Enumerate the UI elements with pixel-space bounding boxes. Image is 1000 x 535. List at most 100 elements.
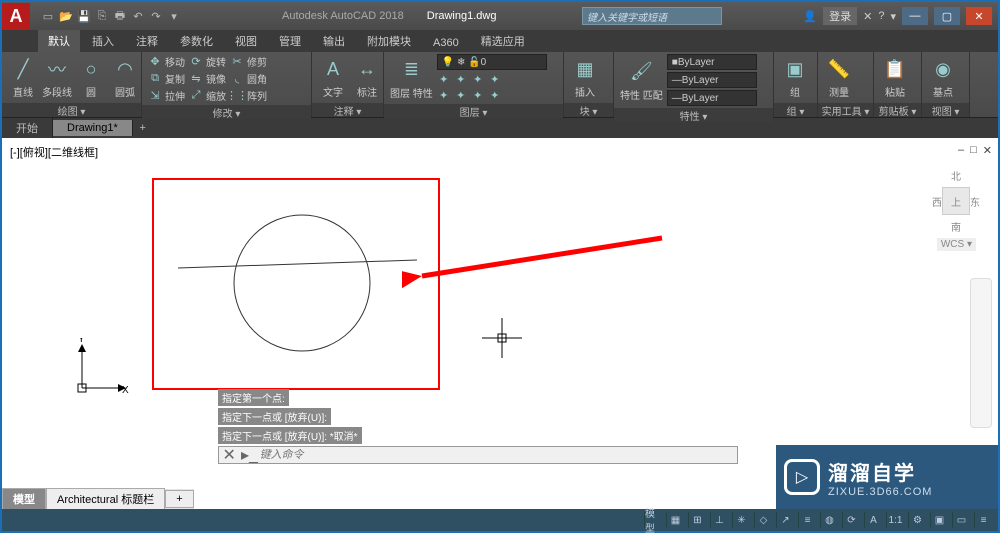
panel-annotation-title[interactable]: 注释 ▾	[312, 103, 383, 117]
status-cycle-icon[interactable]: ⟳	[842, 512, 860, 528]
stretch-button[interactable]: ⇲拉伸	[148, 88, 185, 103]
command-input[interactable]	[260, 449, 737, 461]
status-ortho-icon[interactable]: ⊥	[710, 512, 728, 528]
paste-button[interactable]: 📋粘贴	[880, 56, 910, 99]
ribbon-tab-annotate[interactable]: 注释	[126, 30, 168, 52]
move-button[interactable]: ✥移动	[148, 54, 185, 69]
help-icon[interactable]: ?	[878, 10, 884, 22]
navigation-bar[interactable]	[970, 278, 992, 428]
qat-redo-icon[interactable]: ↷	[148, 8, 164, 24]
layer-icon-2[interactable]: ✦	[454, 72, 468, 86]
layer-icon-8[interactable]: ✦	[488, 88, 502, 102]
status-transparency-icon[interactable]: ◍	[820, 512, 838, 528]
status-otrack-icon[interactable]: ↗	[776, 512, 794, 528]
scale-button[interactable]: ⤢缩放	[189, 88, 226, 103]
exchange-icon[interactable]: ✕	[863, 10, 872, 23]
window-minimize-button[interactable]: —	[902, 7, 928, 25]
panel-clipboard-title[interactable]: 剪贴板 ▾	[874, 103, 921, 117]
layer-icon-3[interactable]: ✦	[471, 72, 485, 86]
ribbon-tab-addins[interactable]: 附加模块	[357, 30, 421, 52]
text-button[interactable]: A文字	[318, 56, 348, 99]
viewcube[interactable]: 北 西 上 东 南	[932, 168, 980, 234]
panel-modify-title[interactable]: 修改 ▾	[142, 105, 311, 119]
status-clean-icon[interactable]: ▭	[952, 512, 970, 528]
linetype-dropdown[interactable]: — ByLayer	[667, 90, 757, 106]
status-grid-icon[interactable]: ▦	[666, 512, 684, 528]
group-button[interactable]: ▣组	[780, 56, 810, 99]
cmd-close-icon[interactable]: ✕	[219, 445, 239, 465]
polyline-button[interactable]: 〰多段线	[42, 56, 72, 99]
layer-icon-7[interactable]: ✦	[471, 88, 485, 102]
qat-plot-icon[interactable]: 🖶	[112, 8, 128, 24]
rotate-button[interactable]: ⟳旋转	[189, 54, 226, 69]
qat-saveas-icon[interactable]: ⎘	[94, 8, 110, 24]
insert-block-button[interactable]: ▦插入	[570, 56, 600, 99]
status-snap-icon[interactable]: ⊞	[688, 512, 706, 528]
dim-button[interactable]: ↔标注	[352, 56, 382, 99]
panel-draw-title[interactable]: 绘图 ▾	[2, 103, 141, 117]
fillet-button[interactable]: ◟圆角	[230, 71, 267, 86]
qat-open-icon[interactable]: 📂	[58, 8, 74, 24]
layer-icon-4[interactable]: ✦	[488, 72, 502, 86]
app-icon[interactable]: A	[2, 3, 30, 29]
doc-tab-drawing1[interactable]: Drawing1*	[53, 120, 133, 136]
signin-icon[interactable]: 👤	[803, 10, 817, 23]
panel-groups-title[interactable]: 组 ▾	[774, 103, 817, 117]
ribbon-tab-output[interactable]: 输出	[313, 30, 355, 52]
ribbon-tab-manage[interactable]: 管理	[269, 30, 311, 52]
panel-layers-title[interactable]: 图层 ▾	[384, 104, 563, 118]
line-button[interactable]: ╱直线	[8, 56, 38, 99]
measure-button[interactable]: 📏测量	[824, 56, 854, 99]
layer-dropdown[interactable]: 💡 ❄ 🔓 0	[437, 54, 547, 70]
vp-restore-icon[interactable]: □	[970, 144, 977, 157]
layout-model[interactable]: 模型	[2, 488, 46, 510]
qat-new-icon[interactable]: ▭	[40, 8, 56, 24]
color-dropdown[interactable]: ■ ByLayer	[667, 54, 757, 70]
panel-block-title[interactable]: 块 ▾	[564, 103, 613, 117]
arc-button[interactable]: ◠圆弧	[110, 56, 140, 99]
window-maximize-button[interactable]: ▢	[934, 7, 960, 25]
status-iso-icon[interactable]: ▣	[930, 512, 948, 528]
mirror-button[interactable]: ⇋镜像	[189, 71, 226, 86]
panel-properties-title[interactable]: 特性 ▾	[614, 108, 773, 122]
status-gear-icon[interactable]: ⚙	[908, 512, 926, 528]
qat-save-icon[interactable]: 💾	[76, 8, 92, 24]
ribbon-tab-parametric[interactable]: 参数化	[170, 30, 223, 52]
panel-view-title[interactable]: 视图 ▾	[922, 103, 969, 117]
status-custom-icon[interactable]: ≡	[974, 512, 992, 528]
matchprop-button[interactable]: 🖌特性 匹配	[620, 59, 663, 102]
ribbon-tab-featured[interactable]: 精选应用	[471, 30, 535, 52]
doc-tab-new[interactable]: +	[133, 122, 153, 134]
status-osnap-icon[interactable]: ◇	[754, 512, 772, 528]
viewcube-face[interactable]: 上	[942, 187, 970, 215]
dropdown-icon[interactable]: ▾	[890, 10, 896, 23]
ribbon-tab-home[interactable]: 默认	[38, 30, 80, 52]
layout-arch[interactable]: Architectural 标题栏	[46, 488, 165, 510]
login-button[interactable]: 登录	[823, 7, 857, 25]
drawing-area[interactable]: [-][俯视][二维线框] – □ ✕ 北 西 上 东 南 WCS ▾ Y	[2, 138, 998, 484]
lineweight-dropdown[interactable]: — ByLayer	[667, 72, 757, 88]
ribbon-tab-view[interactable]: 视图	[225, 30, 267, 52]
array-button[interactable]: ⋮⋮阵列	[230, 88, 267, 103]
doc-tab-start[interactable]: 开始	[2, 118, 53, 138]
status-anno-icon[interactable]: A	[864, 512, 882, 528]
base-button[interactable]: ◉基点	[928, 56, 958, 99]
layer-icon-6[interactable]: ✦	[454, 88, 468, 102]
wcs-dropdown[interactable]: WCS ▾	[937, 238, 976, 251]
ribbon-tab-a360[interactable]: A360	[423, 34, 469, 52]
layer-icon-1[interactable]: ✦	[437, 72, 451, 86]
status-model[interactable]: 模型	[644, 512, 662, 528]
vp-close-icon[interactable]: ✕	[983, 144, 992, 157]
status-polar-icon[interactable]: ✳	[732, 512, 750, 528]
command-line[interactable]: ✕ ▸_	[218, 446, 738, 464]
help-search-input[interactable]: 键入关键字或短语	[582, 7, 722, 25]
qat-undo-icon[interactable]: ↶	[130, 8, 146, 24]
status-lwt-icon[interactable]: ≡	[798, 512, 816, 528]
copy-button[interactable]: ⧉复制	[148, 71, 185, 86]
circle-button[interactable]: ○圆	[76, 56, 106, 99]
layer-props-button[interactable]: ≣图层 特性	[390, 57, 433, 100]
layer-icon-5[interactable]: ✦	[437, 88, 451, 102]
qat-more-icon[interactable]: ▾	[166, 8, 182, 24]
panel-utilities-title[interactable]: 实用工具 ▾	[818, 103, 873, 117]
layout-new[interactable]: +	[165, 490, 193, 508]
